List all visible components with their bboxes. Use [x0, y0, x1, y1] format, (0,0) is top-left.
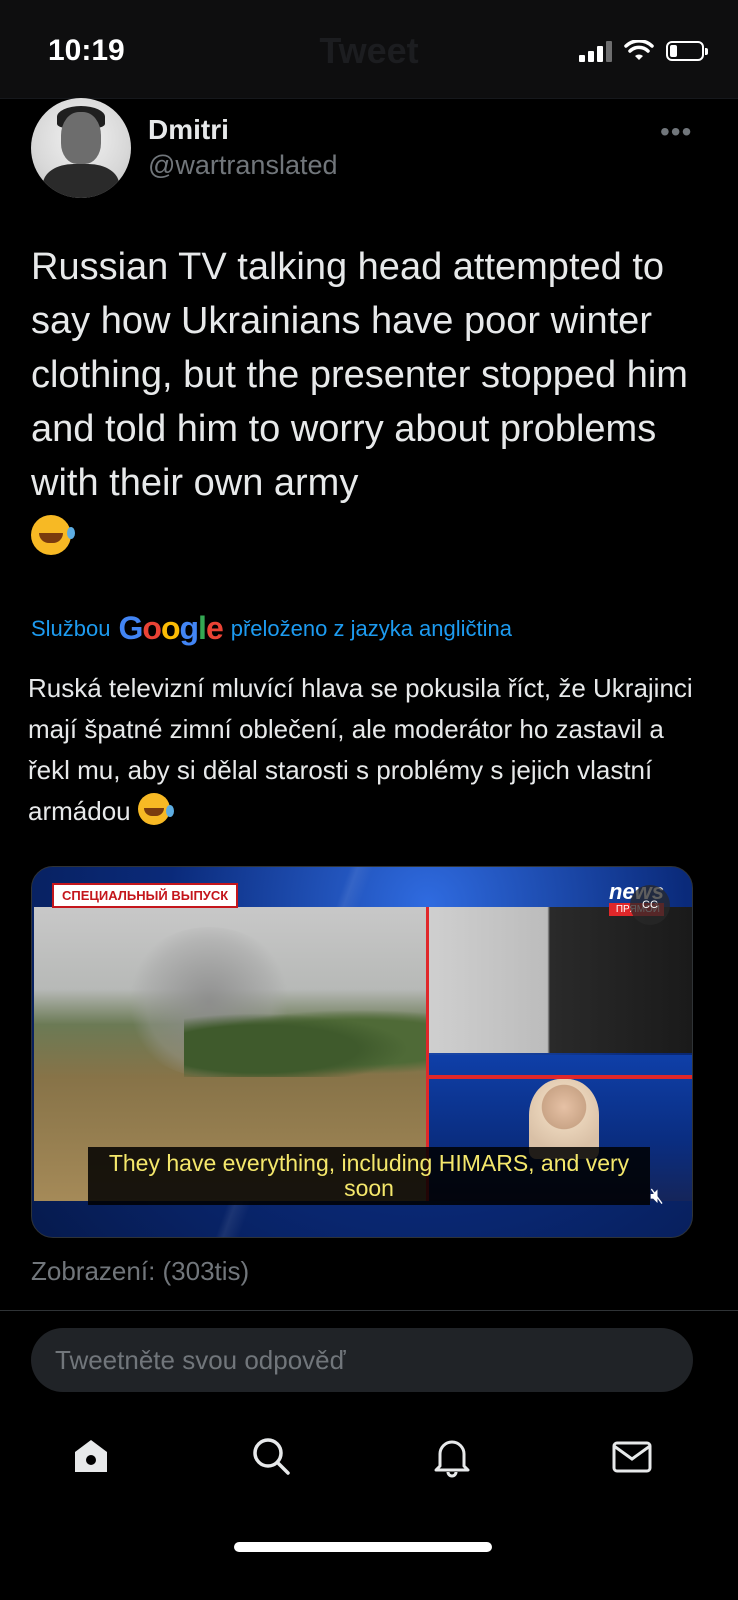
battery-icon: [666, 41, 708, 61]
mail-icon[interactable]: [610, 1434, 654, 1478]
home-icon[interactable]: [69, 1434, 113, 1478]
translation-suffix: přeloženo z jazyka angličtina: [230, 615, 513, 641]
wifi-icon: [624, 40, 654, 60]
google-logo: Google: [118, 610, 224, 646]
author-name[interactable]: Dmitri: [148, 114, 229, 146]
status-bar: Tweet 10:19: [0, 0, 738, 99]
special-broadcast-tag: СПЕЦИАЛЬНЫЙ ВЫПУСК: [52, 883, 239, 908]
rolling-on-floor-laughing-emoji: [31, 515, 75, 555]
translated-body: Ruská televizní mluvící hlava se pokusil…: [28, 673, 693, 826]
author-handle[interactable]: @wartranslated: [148, 150, 338, 181]
cellular-signal-icon: [579, 40, 612, 62]
closed-captions-icon[interactable]: CC: [630, 885, 670, 925]
video-top-right-panel: [429, 907, 692, 1053]
video-caption: They have everything, including HIMARS, …: [88, 1147, 650, 1205]
translation-attribution[interactable]: Službou Google přeloženo z jazyka anglič…: [31, 610, 512, 647]
avatar[interactable]: [31, 98, 131, 198]
video-player[interactable]: СПЕЦИАЛЬНЫЙ ВЫПУСК news ПРЯМОЙ CC They h…: [31, 866, 693, 1238]
clock: 10:19: [48, 34, 125, 67]
speaker-muted-icon[interactable]: 🔇︎: [650, 1183, 664, 1209]
reply-input[interactable]: Tweetněte svou odpověď: [31, 1328, 693, 1392]
tweet-body: Russian TV talking head attempted to say…: [31, 246, 688, 504]
search-icon[interactable]: [249, 1434, 293, 1478]
more-horizontal-icon[interactable]: •••: [660, 116, 692, 148]
translated-text: Ruská televizní mluvící hlava se pokusil…: [28, 668, 708, 832]
translation-prefix: Službou: [31, 615, 111, 641]
system-icons: [579, 40, 708, 62]
bell-icon[interactable]: [430, 1434, 474, 1478]
divider: [0, 1310, 738, 1311]
bottom-tab-bar: [0, 1420, 738, 1500]
home-indicator[interactable]: [234, 1542, 492, 1552]
tweet-text: Russian TV talking head attempted to say…: [31, 240, 711, 564]
view-count: Zobrazení: (303tis): [31, 1256, 250, 1286]
rolling-on-floor-laughing-emoji: [137, 793, 174, 825]
